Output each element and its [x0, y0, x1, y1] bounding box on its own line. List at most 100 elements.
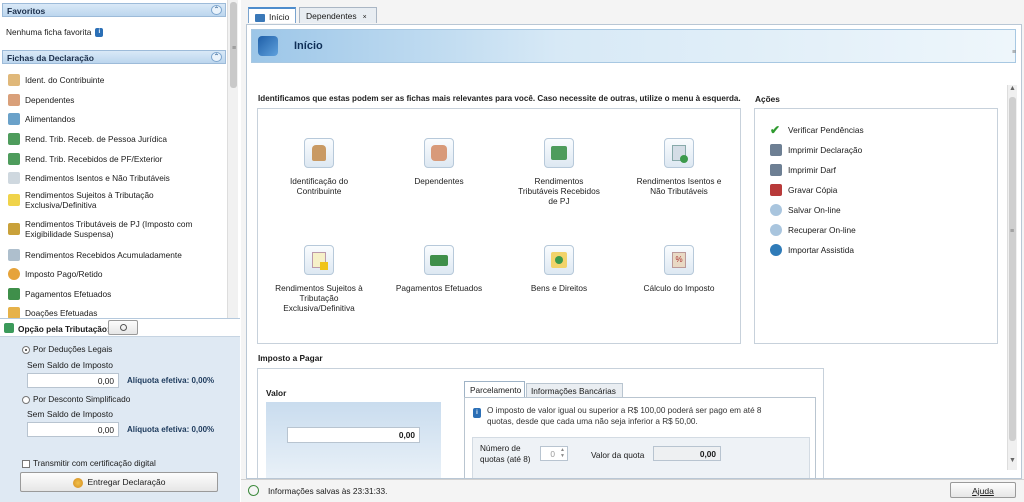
splitter-grip-icon: ≡: [232, 45, 237, 52]
card-rend-trib-pj[interactable]: Rendimentos Tributáveis Recebidos de PJ: [504, 138, 614, 206]
content-scrollbar[interactable]: ▲ ▼: [1007, 85, 1017, 470]
money-transfer-icon: [8, 153, 20, 165]
ficha-label: Pagamentos Efetuados: [25, 289, 112, 299]
valor-quota-field: 0,00: [653, 446, 721, 461]
globe-icon: [72, 477, 83, 488]
valor-quota-label: Valor da quota: [591, 450, 645, 460]
ficha-label: Doações Efetuadas: [25, 308, 98, 318]
ficha-rend-trib-pj-suspensa[interactable]: Rendimentos Tributáveis de PJ (Imposto c…: [8, 219, 218, 239]
tab-label: Informações Bancárias: [531, 386, 616, 396]
gravar-copia-action[interactable]: Gravar Cópia: [770, 184, 837, 196]
favoritos-title: Favoritos: [7, 6, 46, 16]
card-rend-isentos[interactable]: Rendimentos Isentos e Não Tributáveis: [624, 138, 734, 196]
tab-dependentes[interactable]: Dependentes ×: [299, 7, 377, 23]
simplificado-sub: Sem Saldo de Imposto: [27, 409, 113, 419]
tab-parcelamento[interactable]: Parcelamento: [464, 381, 525, 398]
scroll-up-icon[interactable]: ▲: [1009, 85, 1016, 92]
document-search-icon: [8, 249, 20, 261]
people-icon: [8, 113, 20, 125]
document-check-icon: [8, 172, 20, 184]
ficha-label: Rend. Trib. Receb. de Pessoa Jurídica: [25, 134, 168, 144]
contribuinte-icon: [304, 138, 334, 168]
card-pagamentos[interactable]: Pagamentos Efetuados: [384, 245, 494, 293]
ficha-dependentes[interactable]: Dependentes: [8, 94, 218, 106]
collapse-fichas-icon[interactable]: ⌃: [211, 52, 222, 62]
ajuda-label: Ajuda: [972, 486, 994, 496]
scroll-thumb[interactable]: [1009, 97, 1016, 441]
certificacao-checkbox[interactable]: Transmitir com certificação digital: [22, 458, 156, 468]
card-dependentes[interactable]: Dependentes: [384, 138, 494, 186]
ficha-rend-trib-pj[interactable]: Rend. Trib. Receb. de Pessoa Jurídica: [8, 133, 218, 145]
radio-label: Por Deduções Legais: [33, 344, 113, 354]
rendimentos-pj-icon: [544, 138, 574, 168]
ficha-label: Alimentandos: [25, 114, 76, 124]
radio-simplificado[interactable]: Por Desconto Simplificado: [22, 394, 130, 404]
bens-direitos-icon: [544, 245, 574, 275]
card-label: Não Tributáveis: [650, 186, 708, 196]
card-label: Exclusiva/Definitiva: [283, 303, 355, 313]
importar-assistida-action[interactable]: Importar Assistida: [770, 244, 854, 256]
calculo-imposto-icon: %: [664, 245, 694, 275]
favoritos-empty-text: Nenhuma ficha favorita: [6, 27, 92, 37]
card-label: Rendimentos: [534, 176, 584, 186]
ficha-alimentandos[interactable]: Alimentandos: [8, 113, 218, 125]
info-icon: i: [473, 408, 481, 418]
ajuda-button[interactable]: Ajuda: [950, 482, 1016, 498]
close-icon[interactable]: ×: [363, 14, 367, 21]
ficha-imposto-pago[interactable]: Imposto Pago/Retido: [8, 268, 218, 280]
tab-inicio[interactable]: Início: [248, 7, 297, 23]
ficha-pagamentos[interactable]: Pagamentos Efetuados: [8, 288, 218, 300]
card-rend-exclusiva[interactable]: Rendimentos Sujeitos à Tributação Exclusiv…: [264, 245, 374, 313]
tab-informacoes-bancarias[interactable]: Informações Bancárias: [526, 383, 623, 398]
simplificado-value: 0,00: [27, 422, 119, 437]
recuperar-online-action[interactable]: Recuperar On-line: [770, 224, 856, 236]
entregar-button[interactable]: Entregar Declaração: [20, 472, 218, 492]
quotas-label-line2: quotas (até 8): [480, 455, 531, 464]
card-label: Tributáveis Recebidos: [518, 186, 600, 196]
ficha-label: Rendimentos Sujeitos à Tributação: [25, 190, 154, 200]
ficha-rend-trib-pf[interactable]: Rend. Trib. Recebidos de PF/Exterior: [8, 153, 218, 165]
fichas-header[interactable]: Fichas da Declaração ⌃: [2, 50, 226, 64]
salvar-online-action[interactable]: Salvar On-line: [770, 204, 841, 216]
rendimentos-exclusiva-icon: [304, 245, 334, 275]
money-hand-icon: [8, 133, 20, 145]
pagamentos-icon: [424, 245, 454, 275]
card-ident-contribuinte[interactable]: Identificação do Contribuinte: [264, 138, 374, 196]
search-icon: [119, 324, 127, 331]
cloud-download-icon: [770, 224, 782, 236]
parcelamento-info-line2: quotas, desde que cada uma não seja infe…: [487, 417, 698, 426]
imprimir-darf-action[interactable]: Imprimir Darf: [770, 164, 836, 176]
ficha-label: Ident. do Contribuinte: [25, 75, 105, 85]
card-label: Pagamentos Efetuados: [395, 283, 483, 293]
favoritos-header[interactable]: Favoritos ⌃: [2, 3, 226, 17]
imposto-title: Imposto a Pagar: [258, 353, 323, 363]
card-calculo-imposto[interactable]: % Cálculo do Imposto: [624, 245, 734, 293]
collapse-favoritos-icon[interactable]: ⌃: [211, 5, 222, 15]
page-title: Início: [294, 40, 323, 52]
printer-icon: [770, 144, 782, 156]
radio-deducoes[interactable]: Por Deduções Legais: [22, 344, 112, 354]
card-bens-direitos[interactable]: Bens e Direitos: [504, 245, 614, 293]
card-label: de PJ: [548, 196, 570, 206]
ficha-label: Rendimentos Tributáveis de PJ (Imposto c…: [25, 219, 193, 229]
parcelamento-info-line1: O imposto de valor igual ou superior a R…: [487, 406, 762, 415]
status-bar: Informações salvas às 23:31:33. Ajuda: [241, 479, 1024, 502]
search-button[interactable]: [108, 320, 138, 335]
splitter-grip-icon[interactable]: ≡: [1010, 228, 1014, 235]
family-icon: [8, 94, 20, 106]
ficha-label: Imposto Pago/Retido: [25, 269, 103, 279]
ficha-ident-contribuinte[interactable]: Ident. do Contribuinte: [8, 74, 218, 86]
tab-label: Parcelamento: [470, 385, 522, 395]
scroll-down-icon[interactable]: ▼: [1009, 457, 1016, 464]
acao-label: Verificar Pendências: [788, 125, 864, 135]
imprimir-declaracao-action[interactable]: Imprimir Declaração: [770, 144, 862, 156]
verificar-pendencias-action[interactable]: ✔ Verificar Pendências: [770, 124, 864, 136]
ficha-rend-acumulados[interactable]: Rendimentos Recebidos Acumuladamente: [8, 249, 218, 261]
tab-label: Dependentes: [306, 11, 357, 21]
splitter[interactable]: ≡: [229, 0, 239, 318]
ficha-rend-isentos[interactable]: Rendimentos Isentos e Não Tributáveis: [8, 172, 218, 184]
ficha-rend-exclusiva[interactable]: Rendimentos Sujeitos à Tributação Exclusi…: [8, 190, 218, 210]
ficha-label: Rendimentos Isentos e Não Tributáveis: [25, 173, 170, 183]
stepper-arrows-icon[interactable]: ▲ ▼: [560, 447, 565, 459]
card-label: Cálculo do Imposto: [643, 283, 715, 293]
